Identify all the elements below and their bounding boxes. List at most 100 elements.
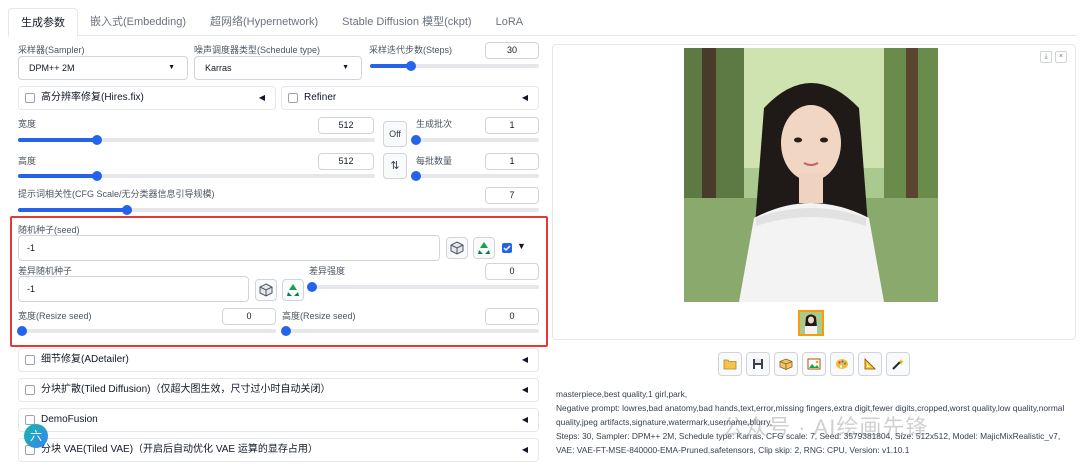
- open-folder-button[interactable]: [718, 352, 742, 376]
- adetailer-label: 细节修复(ADetailer): [41, 354, 129, 365]
- resize-seed-width-slider[interactable]: [17, 326, 276, 336]
- demofusion-accordion[interactable]: DemoFusion ◀: [18, 408, 539, 432]
- steps-label: 采样迭代步数(Steps): [369, 45, 453, 55]
- variation-strength-input[interactable]: 0: [485, 263, 539, 280]
- collapse-arrow-icon: ◀: [521, 385, 528, 394]
- watermark-text: 公众号 · AI绘画先锋: [722, 415, 929, 440]
- send-to-inpaint-button[interactable]: [830, 352, 854, 376]
- height-slider[interactable]: [18, 171, 375, 181]
- gallery-corner-controls: ⤓ ×: [1040, 51, 1067, 63]
- variation-seed-input[interactable]: -1: [18, 276, 249, 302]
- sampler-label: 采样器(Sampler): [18, 45, 85, 55]
- tiled-diffusion-label: 分块扩散(Tiled Diffusion)（仅超大图生效，尺寸过小时自动关闭）: [41, 384, 331, 395]
- resize-seed-width-label: 宽度(Resize seed): [18, 311, 92, 321]
- reuse-seed-button[interactable]: [473, 237, 495, 259]
- batch-count-slider[interactable]: [411, 135, 539, 145]
- hires-fix-checkbox[interactable]: [25, 93, 35, 103]
- width-slider[interactable]: [18, 135, 375, 145]
- tiled-vae-label: 分块 VAE(Tiled VAE)（开启后自动优化 VAE 运算的显存占用）: [41, 444, 318, 455]
- image-action-toolbar: [718, 352, 910, 376]
- hires-off-button[interactable]: Off: [383, 121, 407, 147]
- steps-slider[interactable]: [370, 61, 539, 71]
- swap-dimensions-button[interactable]: ⇅: [383, 153, 407, 179]
- random-seed-button[interactable]: [446, 237, 468, 259]
- sampler-dropdown[interactable]: DPM++ 2M ▼: [18, 56, 188, 80]
- recycle-icon: [478, 242, 490, 254]
- dice-icon: [450, 241, 464, 255]
- schedule-value: Karras: [205, 63, 232, 73]
- reuse-variation-seed-button[interactable]: [282, 279, 304, 301]
- cfg-input[interactable]: 7: [485, 187, 539, 204]
- collapse-arrow-icon: ◀: [521, 445, 528, 454]
- tab-checkpoint[interactable]: Stable Diffusion 模型(ckpt): [330, 8, 483, 36]
- tiled-vae-accordion[interactable]: 分块 VAE(Tiled VAE)（开启后自动优化 VAE 运算的显存占用） ◀: [18, 438, 539, 462]
- tab-bar: 生成参数 嵌入式(Embedding) 超网络(Hypernetwork) St…: [8, 8, 1076, 37]
- tiled-diffusion-accordion[interactable]: 分块扩散(Tiled Diffusion)（仅超大图生效，尺寸过小时自动关闭） …: [18, 378, 539, 402]
- tab-hypernetwork[interactable]: 超网络(Hypernetwork): [198, 8, 330, 36]
- cfg-slider[interactable]: [18, 205, 539, 215]
- recycle-icon: [287, 284, 299, 296]
- variation-strength-label: 差异强度: [309, 266, 346, 276]
- refiner-checkbox[interactable]: [288, 93, 298, 103]
- batch-count-label: 生成批次: [416, 119, 453, 129]
- resize-seed-height-input[interactable]: 0: [485, 308, 539, 325]
- batch-size-label: 每批数量: [416, 156, 453, 166]
- floppy-disk-icon: [753, 359, 763, 369]
- tab-embedding[interactable]: 嵌入式(Embedding): [78, 8, 198, 36]
- adetailer-accordion[interactable]: 细节修复(ADetailer) ◀: [18, 348, 539, 372]
- demofusion-label: DemoFusion: [41, 414, 98, 425]
- thumbnail-picture: [800, 312, 822, 334]
- chevron-down-icon: ▼: [168, 64, 175, 71]
- random-variation-seed-button[interactable]: [255, 279, 277, 301]
- zip-button[interactable]: [774, 352, 798, 376]
- portrait-picture: [684, 48, 938, 302]
- swap-arrows-icon: ⇅: [390, 160, 400, 172]
- checkmark-icon: [503, 245, 511, 252]
- send-to-controlnet-button[interactable]: [886, 352, 910, 376]
- magic-wand-icon: [892, 359, 904, 370]
- height-input[interactable]: 512: [318, 153, 374, 170]
- seed-input[interactable]: -1: [18, 235, 440, 261]
- generated-image[interactable]: [684, 48, 938, 302]
- picture-icon: [807, 358, 821, 370]
- chevron-down-icon: ▼: [342, 64, 349, 71]
- floating-avatar-badge[interactable]: 六: [24, 424, 48, 448]
- cfg-label: 提示词相关性(CFG Scale/无分类器信息引导规模): [18, 189, 215, 199]
- batch-count-input[interactable]: 1: [485, 117, 539, 134]
- tiled-diffusion-checkbox[interactable]: [25, 385, 35, 395]
- download-icon[interactable]: ⤓: [1040, 51, 1052, 63]
- variation-strength-slider[interactable]: [307, 282, 539, 292]
- steps-input[interactable]: 30: [485, 42, 539, 59]
- collapse-arrow-icon: ◀: [258, 93, 265, 102]
- batch-size-input[interactable]: 1: [485, 153, 539, 170]
- palette-icon: [836, 359, 848, 369]
- hires-fix-label: 高分辨率修复(Hires.fix): [41, 92, 144, 103]
- tab-lora[interactable]: LoRA: [484, 8, 536, 36]
- send-to-extras-button[interactable]: [858, 352, 882, 376]
- save-button[interactable]: [746, 352, 770, 376]
- adetailer-checkbox[interactable]: [25, 355, 35, 365]
- close-icon[interactable]: ×: [1055, 51, 1067, 63]
- refiner-label: Refiner: [304, 92, 337, 103]
- width-label: 宽度: [18, 119, 37, 129]
- batch-size-slider[interactable]: [411, 171, 539, 181]
- send-to-img2img-button[interactable]: [802, 352, 826, 376]
- package-icon: [779, 358, 793, 370]
- tab-generation-params[interactable]: 生成参数: [8, 8, 78, 37]
- schedule-dropdown[interactable]: Karras ▼: [194, 56, 362, 80]
- collapse-arrow-icon: ◀: [521, 415, 528, 424]
- dice-icon: [259, 283, 273, 297]
- folder-icon: [723, 359, 737, 370]
- resize-seed-width-input[interactable]: 0: [222, 308, 276, 325]
- resize-seed-height-label: 高度(Resize seed): [282, 311, 356, 321]
- resize-seed-height-slider[interactable]: [281, 326, 539, 336]
- extra-seed-checkbox[interactable]: [502, 243, 512, 253]
- height-label: 高度: [18, 156, 37, 166]
- refiner-accordion[interactable]: Refiner ◀: [281, 86, 539, 110]
- width-input[interactable]: 512: [318, 117, 374, 134]
- info-prompt: masterpiece,best quality,1 girl,park,: [556, 389, 688, 399]
- schedule-label: 噪声调度器类型(Schedule type): [194, 45, 321, 55]
- gallery-thumbnail[interactable]: [798, 310, 824, 336]
- caret-down-icon[interactable]: ▼: [517, 241, 526, 251]
- hires-fix-accordion[interactable]: 高分辨率修复(Hires.fix) ◀: [18, 86, 276, 110]
